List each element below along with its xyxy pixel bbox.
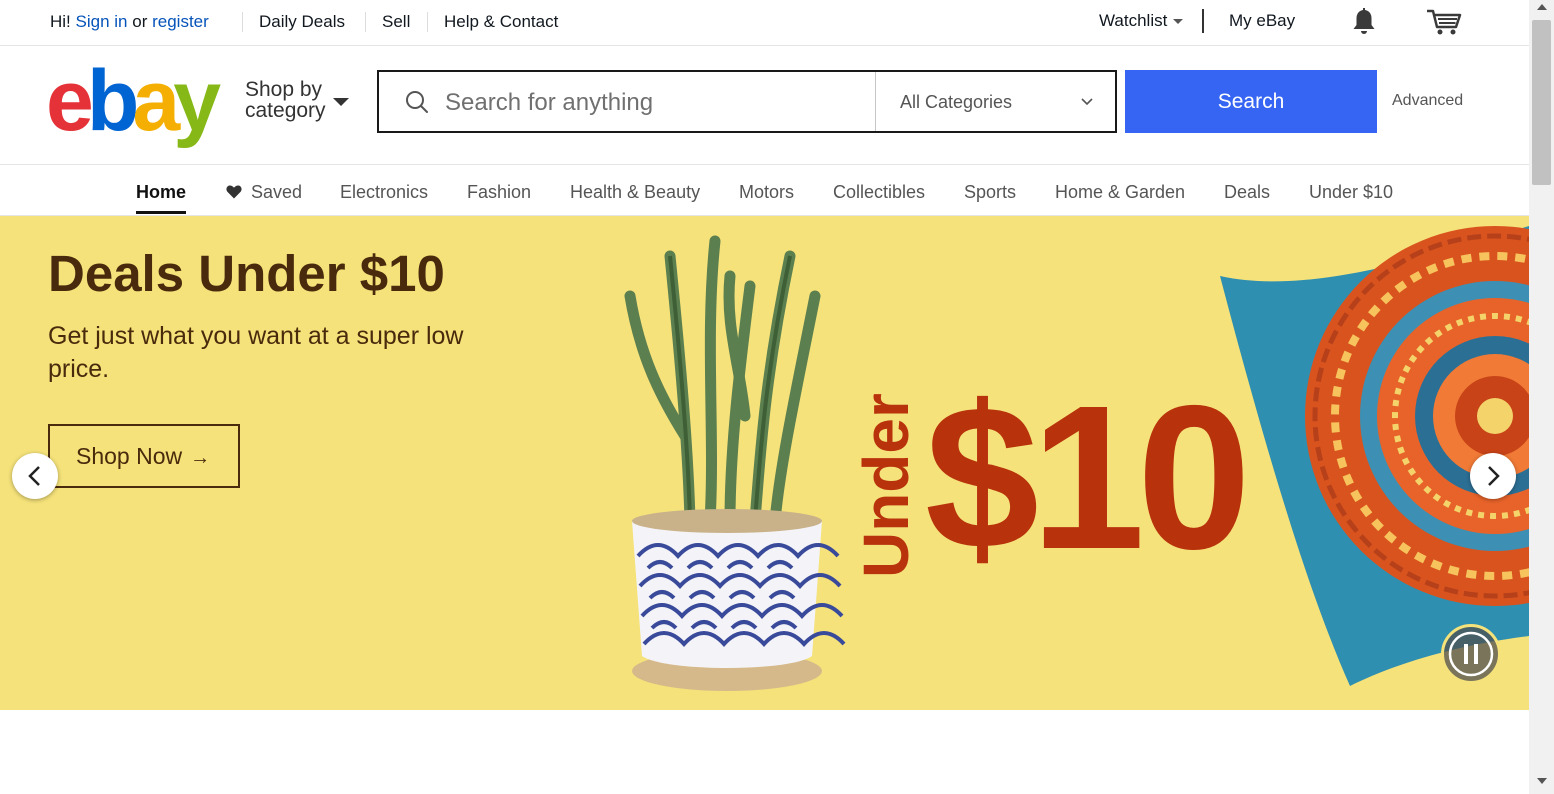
chevron-left-icon [28, 466, 40, 486]
divider [1202, 9, 1204, 33]
hero-title: Deals Under $10 [48, 245, 445, 302]
cart-icon[interactable] [1426, 8, 1462, 36]
divider [427, 12, 428, 32]
my-ebay-link[interactable]: My eBay [1229, 11, 1295, 31]
daily-deals-link[interactable]: Daily Deals [259, 12, 345, 32]
advanced-search-link[interactable]: Advanced [1392, 92, 1463, 110]
category-select[interactable]: All Categories [875, 72, 1116, 131]
nav-item-saved[interactable]: Saved [226, 182, 302, 203]
nav-item-collectibles[interactable]: Collectibles [833, 182, 925, 203]
help-contact-link[interactable]: Help & Contact [444, 12, 558, 32]
greeting-text: Hi! [50, 12, 71, 31]
nav-item-motors[interactable]: Motors [739, 182, 794, 203]
divider [365, 12, 366, 32]
nav-item-electronics[interactable]: Electronics [340, 182, 428, 203]
chevron-right-icon [1488, 466, 1500, 486]
hero-subtitle: Get just what you want at a super low pr… [48, 322, 464, 383]
category-nav: Home Saved Electronics Fashion Health & … [0, 164, 1529, 217]
nav-item-label: Saved [251, 182, 303, 202]
pause-icon [1448, 631, 1494, 677]
art-under-text: Under [850, 393, 922, 578]
art-price-text: $10 [925, 363, 1243, 592]
register-link[interactable]: register [152, 12, 209, 31]
blue-pot-image [632, 509, 846, 691]
search-button[interactable]: Search [1125, 70, 1377, 133]
scroll-down-arrow-icon[interactable] [1537, 778, 1547, 784]
nav-item-home-garden[interactable]: Home & Garden [1055, 182, 1185, 203]
nav-item-sports[interactable]: Sports [964, 182, 1016, 203]
ebay-logo[interactable]: ebay [46, 56, 221, 146]
sign-in-link[interactable]: Sign in [76, 12, 128, 31]
scroll-up-arrow-icon[interactable] [1537, 4, 1547, 10]
sell-link[interactable]: Sell [382, 12, 410, 32]
category-label: category [245, 99, 326, 122]
hero-artwork: Under $10 [624, 226, 1529, 691]
caret-down-icon[interactable] [333, 98, 349, 106]
carousel-pause-button[interactable] [1441, 624, 1501, 684]
search-input[interactable] [443, 72, 867, 133]
shop-now-label: Shop Now [76, 442, 183, 469]
watchlist-label: Watchlist [1099, 11, 1168, 30]
nav-item-under-10[interactable]: Under $10 [1309, 182, 1393, 203]
search-box: All Categories [377, 70, 1117, 133]
search-icon [406, 91, 428, 113]
heart-icon [226, 185, 242, 199]
carousel-next-button[interactable] [1470, 453, 1516, 499]
top-utility-bar: Hi! Sign in or register Daily Deals Sell… [0, 0, 1529, 46]
page-scrollbar[interactable] [1529, 0, 1554, 794]
shop-now-button[interactable]: Shop Now → [48, 424, 240, 488]
category-select-value: All Categories [900, 92, 1013, 112]
hero-banner: Deals Under $10 Get just what you want a… [0, 216, 1529, 710]
carousel-prev-button[interactable] [12, 453, 58, 499]
nav-item-home[interactable]: Home [136, 182, 186, 203]
scrollbar-thumb[interactable] [1532, 20, 1551, 185]
chevron-down-icon [1081, 98, 1093, 106]
divider [242, 12, 243, 32]
shop-by-category-button[interactable]: Shop by category [245, 79, 326, 121]
cactus-plant-image [624, 235, 821, 527]
nav-item-health-beauty[interactable]: Health & Beauty [570, 182, 700, 203]
nav-item-deals[interactable]: Deals [1224, 182, 1270, 203]
caret-down-icon [1173, 19, 1184, 25]
shop-by-label: Shop by [245, 78, 323, 101]
greeting: Hi! Sign in or register [50, 12, 209, 32]
arrow-right-icon: → [190, 446, 211, 469]
nav-item-fashion[interactable]: Fashion [467, 182, 531, 203]
watchlist-dropdown[interactable]: Watchlist [1099, 11, 1184, 31]
or-text: or [132, 12, 148, 31]
active-tab-indicator [136, 211, 186, 214]
bell-icon[interactable] [1351, 8, 1377, 36]
